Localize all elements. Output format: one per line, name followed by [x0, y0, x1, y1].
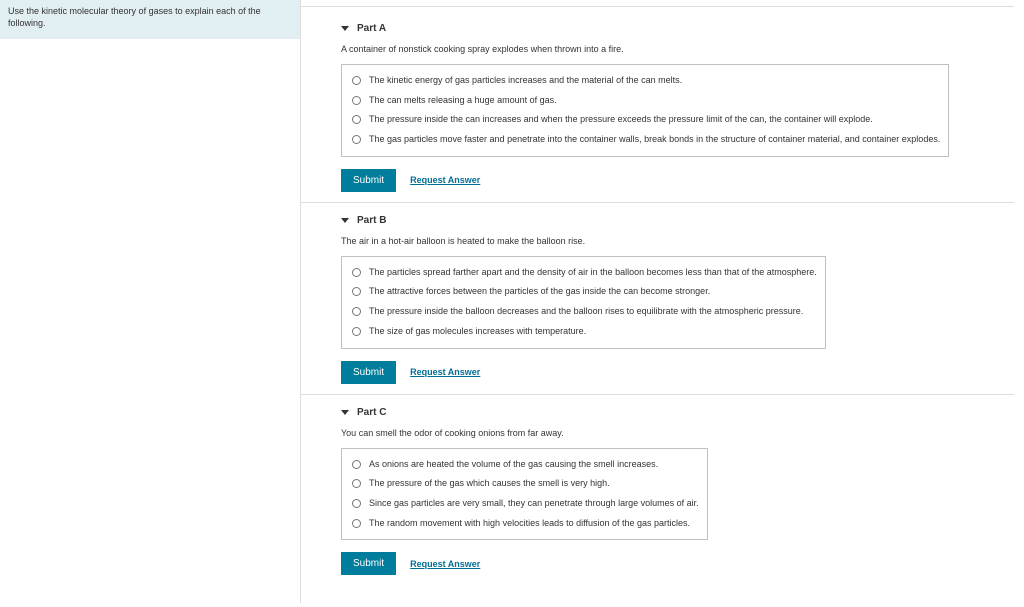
request-answer-link[interactable]: Request Answer	[410, 367, 480, 377]
actions-row: Submit Request Answer	[341, 361, 1014, 384]
option-text: The gas particles move faster and penetr…	[369, 134, 940, 146]
option-row[interactable]: The particles spread farther apart and t…	[350, 263, 817, 283]
part-prompt: You can smell the odor of cooking onions…	[341, 424, 1014, 448]
part-header[interactable]: Part A	[341, 15, 1014, 40]
part-b: Part B The air in a hot-air balloon is h…	[301, 203, 1014, 384]
option-text: The pressure inside the can increases an…	[369, 114, 873, 126]
option-text: The size of gas molecules increases with…	[369, 326, 586, 338]
option-row[interactable]: The size of gas molecules increases with…	[350, 322, 817, 342]
option-text: The pressure of the gas which causes the…	[369, 478, 610, 490]
options-box: As onions are heated the volume of the g…	[341, 448, 708, 541]
option-text: The random movement with high velocities…	[369, 518, 690, 530]
part-header[interactable]: Part B	[341, 207, 1014, 232]
request-answer-link[interactable]: Request Answer	[410, 175, 480, 185]
radio-input[interactable]	[352, 96, 361, 105]
part-prompt: A container of nonstick cooking spray ex…	[341, 40, 1014, 64]
option-text: The kinetic energy of gas particles incr…	[369, 75, 682, 87]
option-row[interactable]: As onions are heated the volume of the g…	[350, 455, 699, 475]
left-column: Use the kinetic molecular theory of gase…	[0, 0, 300, 603]
caret-down-icon	[341, 218, 349, 223]
option-text: The pressure inside the balloon decrease…	[369, 306, 803, 318]
part-title: Part A	[357, 23, 386, 34]
option-row[interactable]: Since gas particles are very small, they…	[350, 494, 699, 514]
option-text: The can melts releasing a huge amount of…	[369, 95, 557, 107]
part-header[interactable]: Part C	[341, 399, 1014, 424]
option-row[interactable]: The gas particles move faster and penetr…	[350, 130, 940, 150]
radio-input[interactable]	[352, 115, 361, 124]
part-title: Part C	[357, 407, 386, 418]
radio-input[interactable]	[352, 499, 361, 508]
submit-button[interactable]: Submit	[341, 552, 396, 575]
radio-input[interactable]	[352, 307, 361, 316]
option-text: The particles spread farther apart and t…	[369, 267, 817, 279]
top-rule	[301, 6, 1014, 7]
option-row[interactable]: The pressure of the gas which causes the…	[350, 474, 699, 494]
actions-row: Submit Request Answer	[341, 169, 1014, 192]
submit-button[interactable]: Submit	[341, 361, 396, 384]
option-text: Since gas particles are very small, they…	[369, 498, 699, 510]
option-row[interactable]: The attractive forces between the partic…	[350, 282, 817, 302]
option-row[interactable]: The pressure inside the can increases an…	[350, 110, 940, 130]
request-answer-link[interactable]: Request Answer	[410, 559, 480, 569]
option-row[interactable]: The kinetic energy of gas particles incr…	[350, 71, 940, 91]
part-title: Part B	[357, 215, 386, 226]
part-a: Part A A container of nonstick cooking s…	[301, 11, 1014, 192]
options-box: The kinetic energy of gas particles incr…	[341, 64, 949, 157]
radio-input[interactable]	[352, 460, 361, 469]
option-text: As onions are heated the volume of the g…	[369, 459, 658, 471]
radio-input[interactable]	[352, 327, 361, 336]
option-row[interactable]: The can melts releasing a huge amount of…	[350, 91, 940, 111]
part-c: Part C You can smell the odor of cooking…	[301, 395, 1014, 576]
part-prompt: The air in a hot-air balloon is heated t…	[341, 232, 1014, 256]
page: Use the kinetic molecular theory of gase…	[0, 0, 1024, 603]
radio-input[interactable]	[352, 135, 361, 144]
caret-down-icon	[341, 410, 349, 415]
option-row[interactable]: The random movement with high velocities…	[350, 514, 699, 534]
radio-input[interactable]	[352, 268, 361, 277]
radio-input[interactable]	[352, 287, 361, 296]
options-box: The particles spread farther apart and t…	[341, 256, 826, 349]
radio-input[interactable]	[352, 76, 361, 85]
option-row[interactable]: The pressure inside the balloon decrease…	[350, 302, 817, 322]
option-text: The attractive forces between the partic…	[369, 286, 710, 298]
actions-row: Submit Request Answer	[341, 552, 1014, 575]
radio-input[interactable]	[352, 479, 361, 488]
instruction-text: Use the kinetic molecular theory of gase…	[8, 6, 261, 28]
instruction-box: Use the kinetic molecular theory of gase…	[0, 0, 300, 39]
caret-down-icon	[341, 26, 349, 31]
right-column: Part A A container of nonstick cooking s…	[300, 0, 1024, 603]
radio-input[interactable]	[352, 519, 361, 528]
submit-button[interactable]: Submit	[341, 169, 396, 192]
